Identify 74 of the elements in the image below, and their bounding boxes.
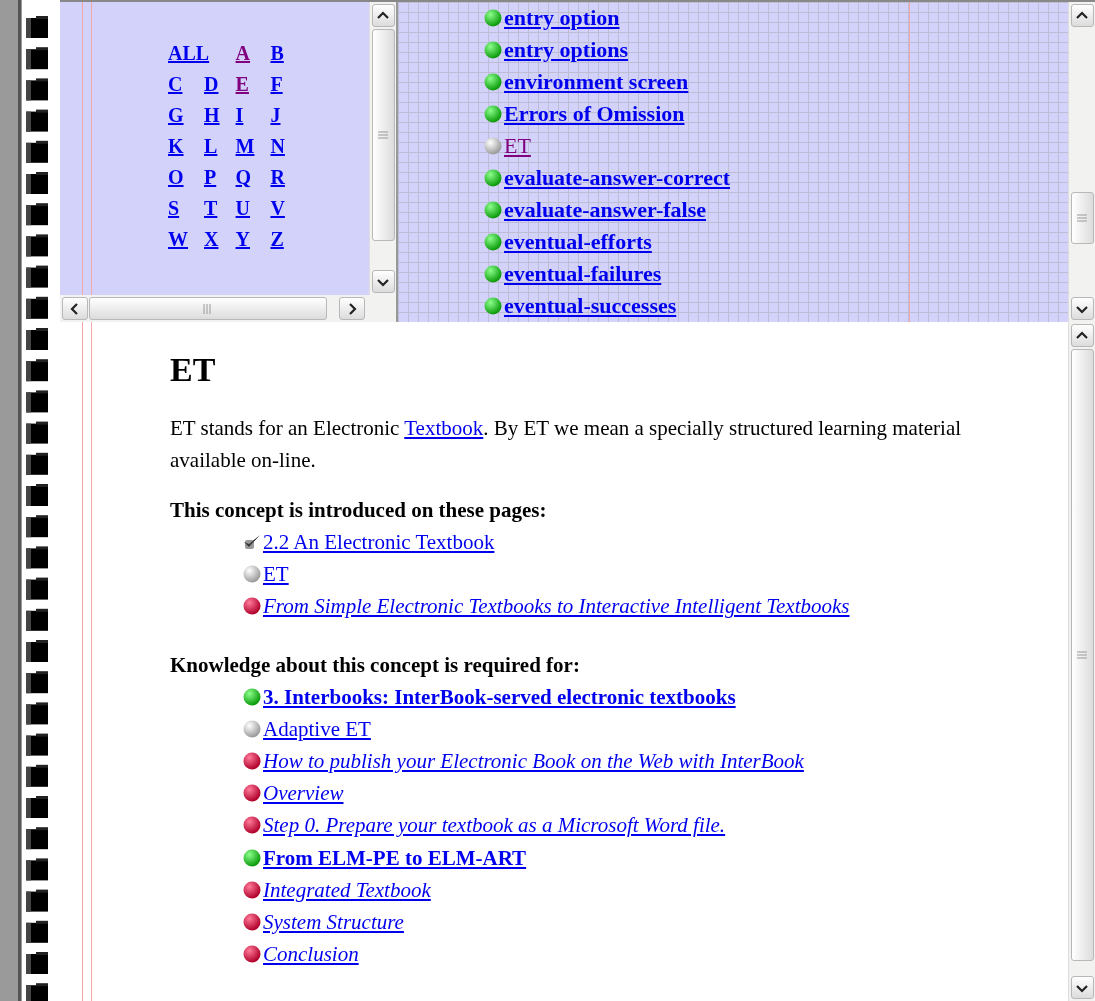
scroll-up-button[interactable]: [1070, 4, 1094, 27]
scroll-up-button[interactable]: [371, 4, 395, 27]
letter-link[interactable]: M: [235, 132, 255, 161]
section-heading: This concept is introduced on these pages:: [170, 497, 548, 524]
letter-link[interactable]: E: [235, 70, 255, 99]
page-link[interactable]: Step 0. Prepare your textbook as a Microsoft Word file.: [263, 812, 726, 839]
letter-link[interactable]: T: [204, 194, 220, 223]
scroll-down-button[interactable]: [1070, 297, 1094, 320]
page-link[interactable]: From ELM-PE to ELM-ART: [263, 844, 527, 871]
letter-link[interactable]: J: [270, 101, 285, 130]
letter-link[interactable]: R: [270, 163, 285, 192]
page-link[interactable]: Integrated Textbook: [263, 876, 431, 903]
letter-link[interactable]: B: [270, 39, 285, 68]
letter-link[interactable]: C: [168, 70, 188, 99]
page-link[interactable]: System Structure: [263, 908, 404, 935]
concept-link[interactable]: evaluate-answer-false: [504, 197, 707, 223]
vertical-scrollbar[interactable]: [369, 2, 396, 295]
letter-link[interactable]: Q: [235, 163, 255, 192]
intro-paragraph: ET stands for an Electronic Textbook. By ET we mean a specially structured learning material available on-line.: [170, 415, 963, 474]
concept-link[interactable]: ET: [504, 133, 531, 159]
section-heading: Knowledge about this concept is required for:: [170, 651, 581, 679]
scroll-down-button[interactable]: [1070, 976, 1094, 999]
letter-link[interactable]: V: [270, 194, 285, 223]
scroll-up-button[interactable]: [1070, 324, 1094, 347]
scroll-down-button[interactable]: [371, 270, 395, 293]
scroll-left-button[interactable]: [62, 297, 88, 320]
page-link[interactable]: From Simple Electronic Textbooks to Interactive Intelligent Textbooks: [263, 593, 850, 620]
letter-link[interactable]: P: [204, 163, 220, 192]
concept-link[interactable]: evaluate-answer-correct: [504, 165, 730, 191]
concept-link[interactable]: eventual-efforts: [504, 229, 652, 255]
horizontal-scrollbar[interactable]: [60, 295, 396, 322]
letter-link[interactable]: U: [235, 194, 255, 223]
concept-link[interactable]: entry option: [504, 5, 620, 31]
grip-icon: [203, 303, 213, 314]
letter-link[interactable]: X: [204, 225, 220, 254]
vertical-scrollbar[interactable]: [1068, 2, 1095, 322]
scrollbar-thumb[interactable]: [1070, 192, 1094, 244]
vertical-scrollbar[interactable]: [1068, 322, 1095, 1001]
letter-link[interactable]: N: [270, 132, 285, 161]
grip-icon: [1077, 214, 1087, 222]
scroll-right-button[interactable]: [339, 297, 365, 320]
letter-link[interactable]: L: [204, 132, 220, 161]
page-link[interactable]: ET: [263, 561, 289, 588]
letter-link[interactable]: G: [168, 101, 188, 130]
concept-link[interactable]: eventual-successes: [504, 293, 677, 319]
letter-link[interactable]: W: [168, 225, 188, 254]
letter-link[interactable]: D: [204, 70, 220, 99]
page-link[interactable]: 2.2 An Electronic Textbook: [263, 529, 495, 556]
page-link[interactable]: Conclusion: [263, 941, 359, 968]
letter-link[interactable]: O: [168, 163, 188, 192]
scrollbar-thumb[interactable]: [1070, 349, 1094, 961]
scrollbar-thumb[interactable]: [371, 29, 395, 241]
grip-icon: [378, 131, 388, 139]
scrollbar-thumb[interactable]: [89, 297, 327, 320]
concept-link[interactable]: eventual-failures: [504, 261, 662, 287]
letter-link[interactable]: F: [270, 70, 285, 99]
page-link[interactable]: Adaptive ET: [263, 715, 371, 742]
concept-link[interactable]: environment screen: [504, 69, 689, 95]
concept-link[interactable]: entry options: [504, 37, 629, 63]
letter-link[interactable]: S: [168, 194, 188, 223]
textbook-link[interactable]: Textbook: [404, 416, 484, 440]
grip-icon: [1077, 651, 1087, 659]
page-link[interactable]: 3. Interbooks: InterBook-served electronic textbooks: [263, 683, 736, 710]
page-link[interactable]: Overview: [263, 780, 344, 807]
letter-link[interactable]: H: [204, 101, 220, 130]
letter-link[interactable]: Z: [270, 225, 285, 254]
letter-link[interactable]: K: [168, 132, 188, 161]
letter-link[interactable]: Y: [235, 225, 255, 254]
concept-link[interactable]: Errors of Omission: [504, 101, 685, 127]
article-title: ET: [170, 350, 217, 390]
page-link[interactable]: How to publish your Electronic Book on the Web with InterBook: [263, 748, 804, 775]
letter-link[interactable]: I: [235, 101, 255, 130]
letter-link[interactable]: A: [235, 39, 255, 68]
letter-link[interactable]: ALL: [168, 39, 220, 68]
